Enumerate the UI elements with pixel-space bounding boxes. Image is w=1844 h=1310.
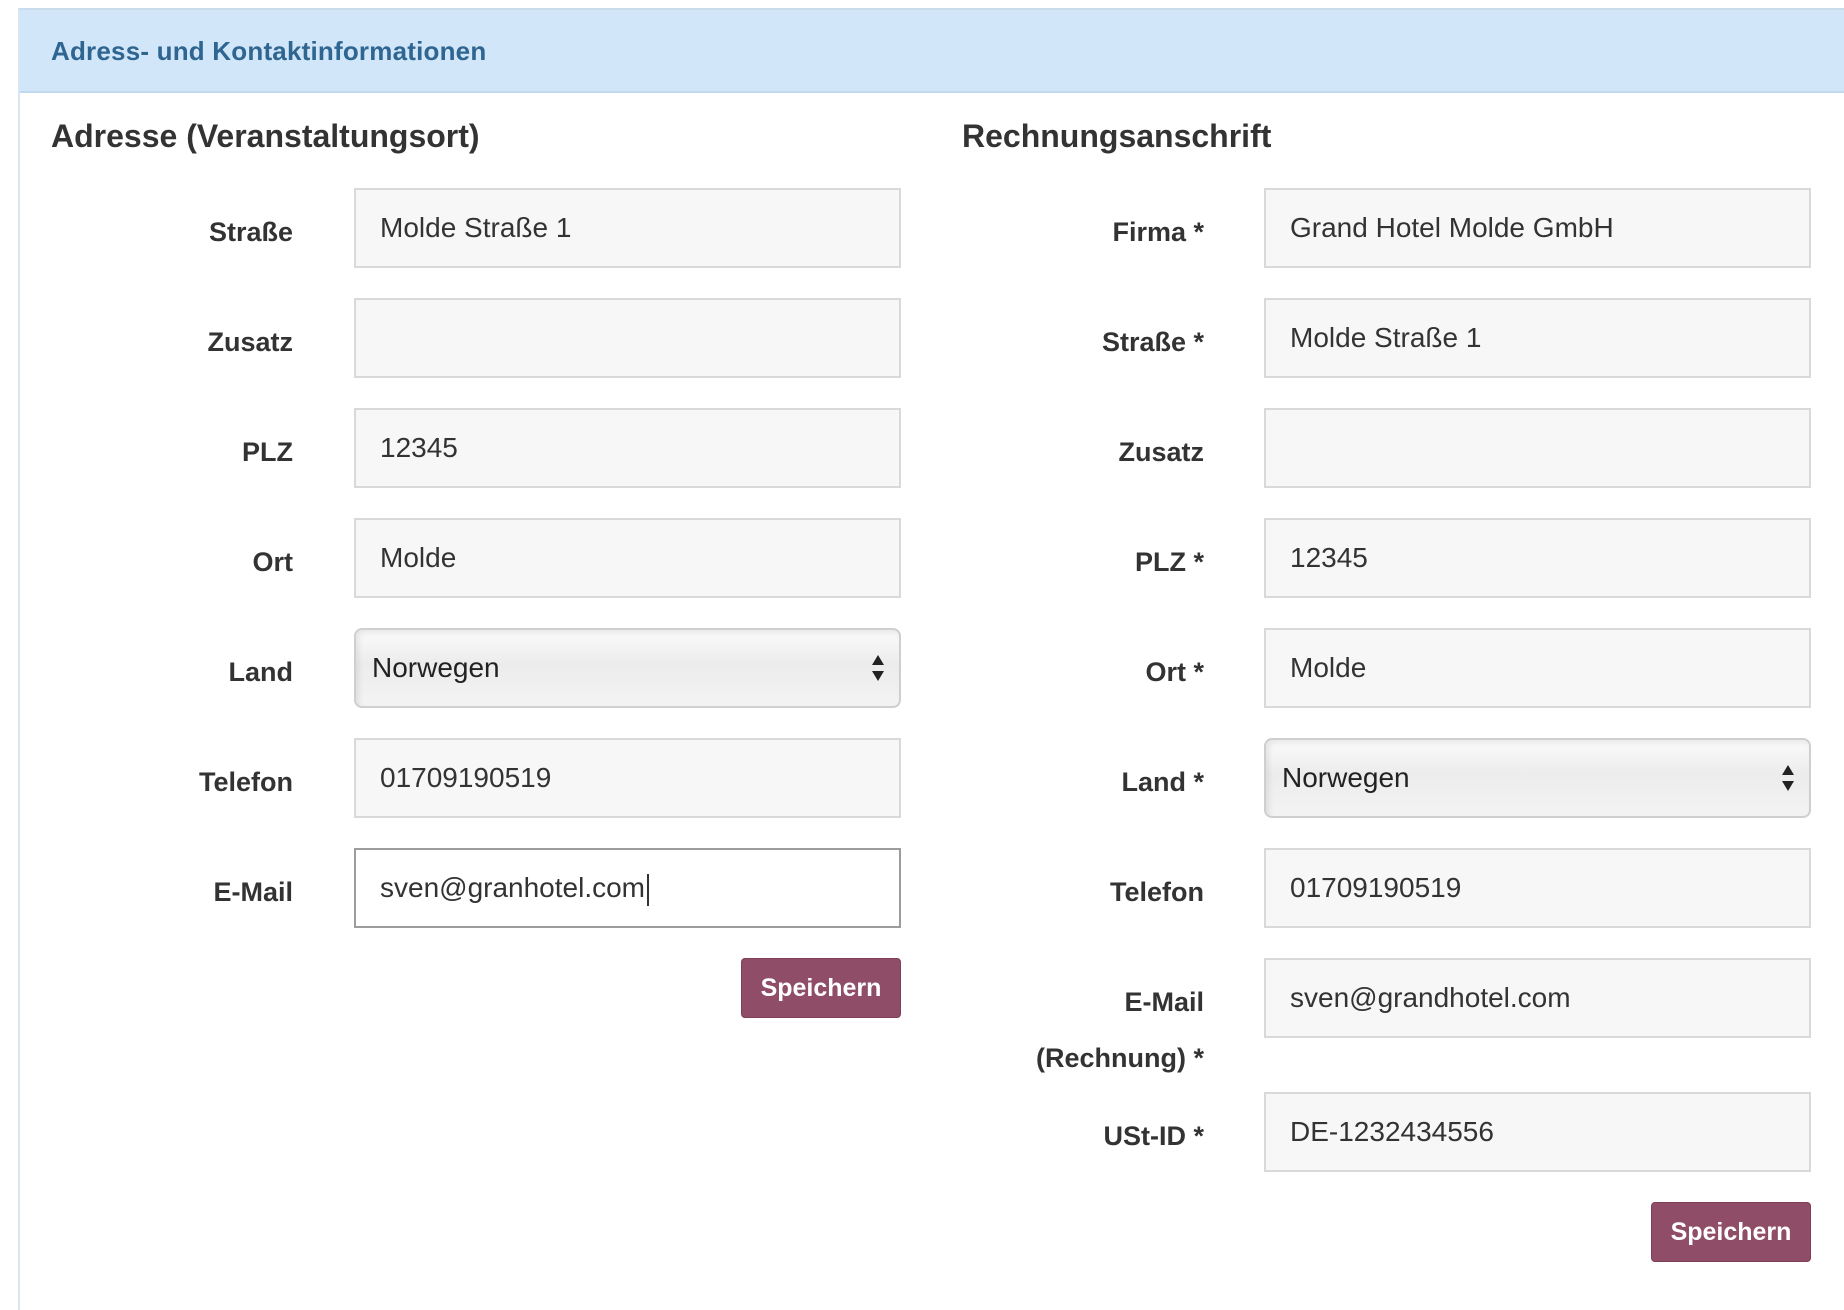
billing-country-label: Land * <box>1121 767 1204 797</box>
billing-extra-label: Zusatz <box>1118 437 1204 467</box>
venue-zip-input[interactable]: 12345 <box>354 408 901 488</box>
billing-city-input[interactable]: Molde <box>1264 628 1811 708</box>
billing-vat-label: USt-ID * <box>1103 1121 1205 1151</box>
billing-section-title: Rechnungsanschrift <box>962 118 1272 154</box>
billing-email-label-line1: E-Mail <box>1124 987 1204 1017</box>
billing-city-label: Ort * <box>1145 657 1204 687</box>
venue-phone-label: Telefon <box>199 767 293 797</box>
billing-company-input[interactable]: Grand Hotel Molde GmbH <box>1264 188 1811 268</box>
text-caret <box>647 873 650 906</box>
billing-vat-input[interactable]: DE-1232434556 <box>1264 1092 1811 1172</box>
billing-email-label-line2: (Rechnung) * <box>1036 1043 1204 1073</box>
venue-street-label: Straße <box>208 217 293 247</box>
billing-email-label: E-Mail (Rechnung) * <box>980 974 1204 1086</box>
panel-title: Adress- und Kontaktinformationen <box>51 36 487 66</box>
billing-street-label: Straße * <box>1101 327 1204 357</box>
panel-heading: Adress- und Kontaktinformationen <box>20 10 1844 93</box>
billing-country-select[interactable]: Norwegen <box>1264 738 1811 818</box>
venue-email-label: E-Mail <box>213 877 293 907</box>
venue-extra-label: Zusatz <box>207 327 293 357</box>
venue-city-label: Ort <box>252 547 294 577</box>
billing-save-button[interactable]: Speichern <box>1651 1202 1811 1262</box>
venue-city-input[interactable]: Molde <box>354 518 901 598</box>
billing-phone-label: Telefon <box>1110 877 1204 907</box>
billing-country-value: Norwegen <box>1282 762 1410 793</box>
venue-section-title: Adresse (Veranstaltungsort) <box>51 118 480 154</box>
venue-country-select[interactable]: Norwegen <box>354 628 901 708</box>
billing-email-input[interactable]: sven@grandhotel.com <box>1264 958 1811 1038</box>
venue-save-button[interactable]: Speichern <box>741 958 901 1018</box>
up-down-arrows-icon <box>872 655 884 681</box>
billing-company-label: Firma * <box>1112 217 1204 247</box>
venue-street-input[interactable]: Molde Straße 1 <box>354 188 901 268</box>
billing-street-input[interactable]: Molde Straße 1 <box>1264 298 1811 378</box>
venue-zip-label: PLZ <box>242 437 293 467</box>
up-down-arrows-icon <box>1782 765 1794 791</box>
billing-extra-input[interactable] <box>1264 408 1811 488</box>
venue-extra-input[interactable] <box>354 298 901 378</box>
venue-phone-input[interactable]: 01709190519 <box>354 738 901 818</box>
venue-country-value: Norwegen <box>372 652 500 683</box>
billing-zip-label: PLZ * <box>1134 547 1204 577</box>
venue-email-input[interactable]: sven@granhotel.com <box>354 848 901 928</box>
venue-country-label: Land <box>228 657 294 687</box>
billing-phone-input[interactable]: 01709190519 <box>1264 848 1811 928</box>
billing-zip-input[interactable]: 12345 <box>1264 518 1811 598</box>
